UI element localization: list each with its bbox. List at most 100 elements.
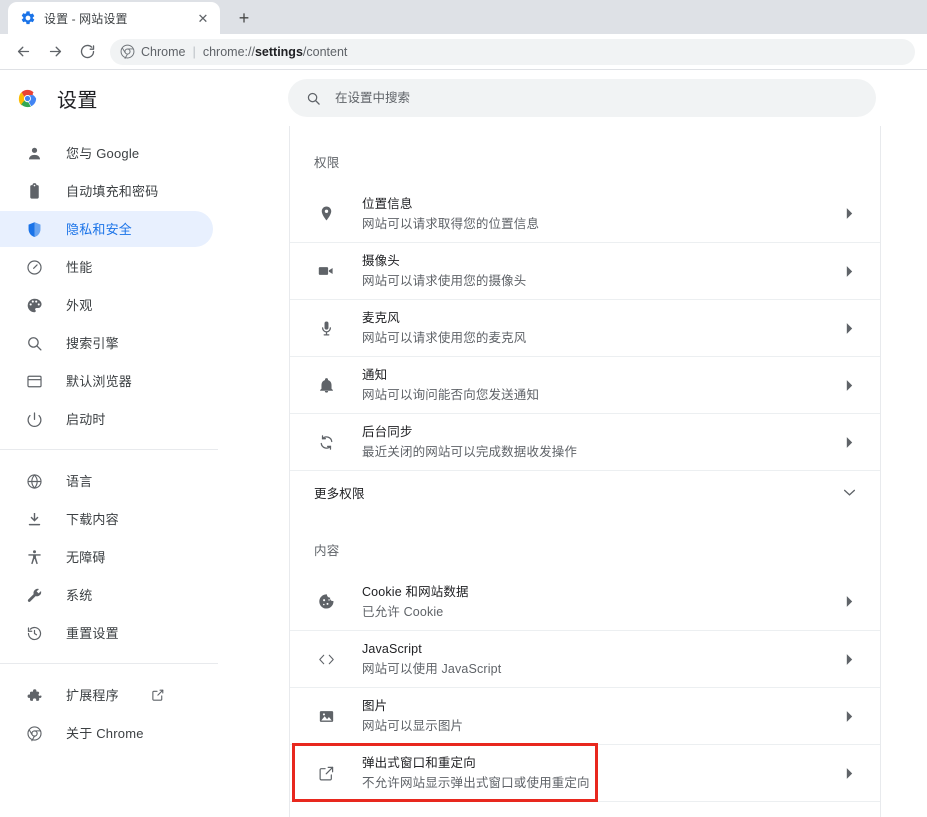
setting-row-cookies[interactable]: Cookie 和网站数据 已允许 Cookie: [290, 573, 880, 630]
sidebar-item-downloads[interactable]: 下载内容: [0, 501, 213, 537]
reload-button[interactable]: [72, 37, 102, 67]
settings-card: 权限 位置信息 网站可以请求取得您的位置信息 摄像头 网站可以请求使用您的摄像头…: [290, 126, 881, 817]
sidebar-item-label: 下载内容: [66, 511, 119, 527]
url-prefix: chrome://: [202, 44, 255, 59]
puzzle-icon: [24, 685, 44, 705]
chrome-icon: [24, 723, 44, 743]
sidebar-item-about-chrome[interactable]: 关于 Chrome: [0, 715, 213, 751]
person-icon: [24, 143, 44, 163]
chevron-right-icon[interactable]: [834, 207, 864, 220]
setting-row-title: JavaScript: [362, 642, 422, 656]
setting-row-images[interactable]: 图片 网站可以显示图片: [290, 687, 880, 744]
sidebar-item-default-browser[interactable]: 默认浏览器: [0, 363, 213, 399]
chevron-right-icon[interactable]: [834, 265, 864, 278]
shield-icon: [24, 219, 44, 239]
setting-row-text: 弹出式窗口和重定向 不允许网站显示弹出式窗口或使用重定向: [362, 754, 834, 792]
close-icon[interactable]: ✕: [194, 9, 212, 27]
setting-row-subtitle: 不允许网站显示弹出式窗口或使用重定向: [362, 776, 590, 790]
sidebar-item-performance[interactable]: 性能: [0, 249, 213, 285]
chevron-right-icon[interactable]: [834, 379, 864, 392]
chevron-right-icon[interactable]: [834, 436, 864, 449]
setting-row-subtitle: 网站可以请求使用您的麦克风: [362, 331, 527, 345]
chevron-right-icon[interactable]: [834, 767, 864, 780]
settings-search-box[interactable]: [288, 79, 876, 117]
setting-row-title: 后台同步: [362, 425, 413, 439]
browser-tab[interactable]: 设置 - 网站设置 ✕: [8, 2, 220, 34]
site-identity-chip[interactable]: Chrome: [120, 44, 185, 59]
settings-body: 您与 Google 自动填充和密码 隐私和安全 性能 外观 搜索引擎 默认浏览器…: [0, 126, 927, 817]
setting-row-javascript[interactable]: JavaScript 网站可以使用 JavaScript: [290, 630, 880, 687]
globe-icon: [24, 471, 44, 491]
sidebar-item-search-engine[interactable]: 搜索引擎: [0, 325, 213, 361]
sidebar-item-you-and-google[interactable]: 您与 Google: [0, 135, 213, 171]
page-title: 设置: [57, 89, 98, 112]
microphone-icon: [314, 320, 338, 337]
sidebar-item-reset-settings[interactable]: 重置设置: [0, 615, 213, 651]
chevron-right-icon[interactable]: [834, 322, 864, 335]
sidebar-item-languages[interactable]: 语言: [0, 463, 213, 499]
settings-brand: 设置: [16, 84, 288, 113]
chevron-right-icon[interactable]: [834, 595, 864, 608]
accessibility-icon: [24, 547, 44, 567]
popup-window-icon: [314, 765, 338, 782]
clipboard-icon: [24, 181, 44, 201]
setting-row-microphone[interactable]: 麦克风 网站可以请求使用您的麦克风: [290, 299, 880, 356]
chevron-down-icon[interactable]: [834, 488, 864, 497]
speedometer-icon: [24, 257, 44, 277]
chevron-right-icon[interactable]: [834, 710, 864, 723]
power-icon: [24, 409, 44, 429]
more-permissions-expander[interactable]: 更多权限: [290, 470, 880, 514]
setting-row-notifications[interactable]: 通知 网站可以询问能否向您发送通知: [290, 356, 880, 413]
download-icon: [24, 509, 44, 529]
chrome-icon: [120, 44, 135, 59]
new-tab-button[interactable]: +: [230, 4, 258, 32]
sidebar-item-system[interactable]: 系统: [0, 577, 213, 613]
sidebar-item-extensions[interactable]: 扩展程序: [0, 677, 213, 713]
content-heading: 内容: [314, 544, 340, 558]
gear-icon: [20, 10, 36, 26]
setting-row-background-sync[interactable]: 后台同步 最近关闭的网站可以完成数据收发操作: [290, 413, 880, 470]
back-button[interactable]: [8, 37, 38, 67]
search-icon: [306, 91, 321, 106]
setting-row-text: 通知 网站可以询问能否向您发送通知: [362, 366, 834, 404]
palette-icon: [24, 295, 44, 315]
sidebar-item-autofill-passwords[interactable]: 自动填充和密码: [0, 173, 213, 209]
setting-row-camera[interactable]: 摄像头 网站可以请求使用您的摄像头: [290, 242, 880, 299]
forward-button[interactable]: [40, 37, 70, 67]
more-content-settings-expander[interactable]: 更多内容设置: [290, 801, 880, 817]
address-bar[interactable]: Chrome | chrome://settings/content: [110, 38, 915, 65]
setting-row-text: 摄像头 网站可以请求使用您的摄像头: [362, 252, 834, 290]
sidebar-item-label: 关于 Chrome: [66, 725, 144, 741]
tab-strip: 设置 - 网站设置 ✕ +: [0, 0, 927, 34]
more-permissions-label: 更多权限: [314, 487, 365, 501]
settings-sidebar: 您与 Google 自动填充和密码 隐私和安全 性能 外观 搜索引擎 默认浏览器…: [0, 126, 290, 817]
cookie-icon: [314, 593, 338, 610]
setting-row-title: Cookie 和网站数据: [362, 584, 469, 599]
sidebar-item-label: 您与 Google: [66, 145, 140, 161]
sidebar-item-on-startup[interactable]: 启动时: [0, 401, 213, 437]
chevron-right-icon[interactable]: [834, 653, 864, 666]
search-input[interactable]: [335, 91, 858, 105]
sidebar-item-appearance[interactable]: 外观: [0, 287, 213, 323]
sidebar-item-privacy-security[interactable]: 隐私和安全: [0, 211, 213, 247]
setting-row-title: 位置信息: [362, 196, 413, 211]
sidebar-divider: [0, 449, 218, 450]
setting-row-title: 摄像头: [362, 254, 400, 268]
setting-row-title: 弹出式窗口和重定向: [362, 756, 476, 770]
setting-row-location[interactable]: 位置信息 网站可以请求取得您的位置信息: [290, 185, 880, 242]
sidebar-item-label: 外观: [66, 297, 93, 313]
permissions-heading: 权限: [314, 156, 340, 170]
sidebar-item-accessibility[interactable]: 无障碍: [0, 539, 213, 575]
browser-toolbar: Chrome | chrome://settings/content: [0, 34, 927, 70]
sync-icon: [314, 434, 338, 451]
setting-row-title: 麦克风: [362, 311, 400, 325]
sidebar-item-label: 语言: [66, 473, 93, 489]
url-suffix: /content: [302, 44, 348, 59]
setting-row-popups-redirects[interactable]: 弹出式窗口和重定向 不允许网站显示弹出式窗口或使用重定向: [290, 744, 880, 801]
image-icon: [314, 708, 338, 725]
setting-row-subtitle: 网站可以请求取得您的位置信息: [362, 216, 540, 231]
sidebar-item-label: 性能: [66, 259, 93, 275]
setting-row-subtitle: 网站可以请求使用您的摄像头: [362, 274, 527, 288]
sidebar-item-label: 无障碍: [66, 549, 106, 565]
setting-row-title: 图片: [362, 699, 388, 713]
